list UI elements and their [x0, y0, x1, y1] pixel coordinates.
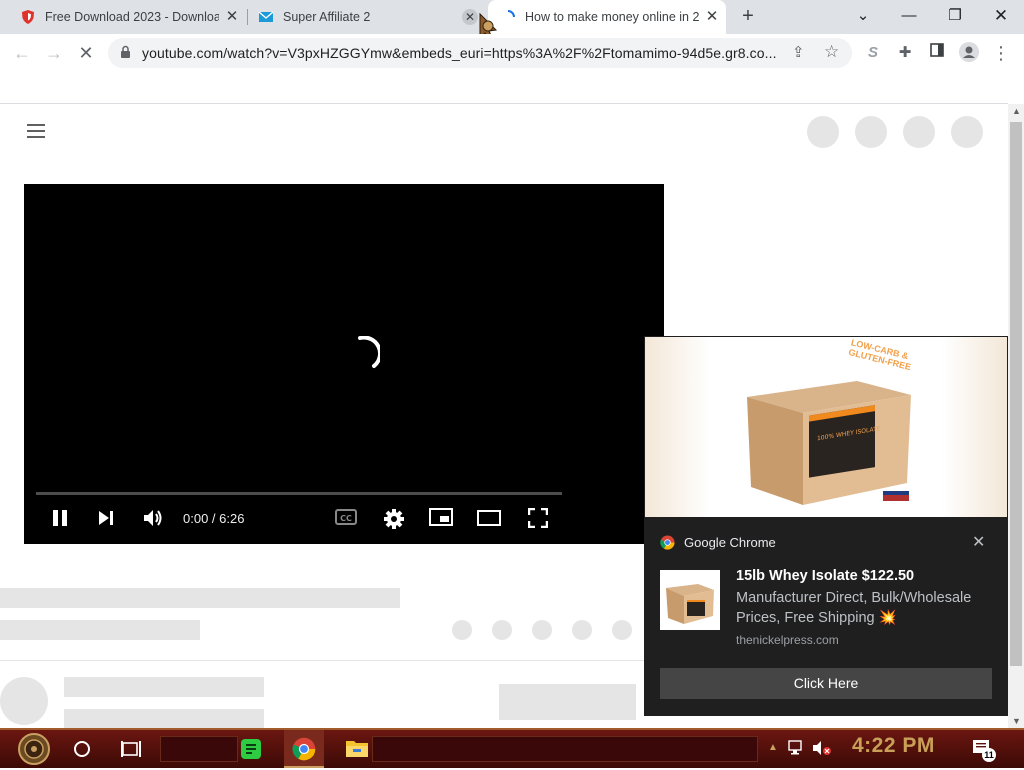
channel-name-placeholder [64, 677, 264, 697]
stop-loading-button[interactable]: ✕ [74, 41, 98, 65]
notification-close-icon[interactable]: ✕ [972, 532, 985, 552]
next-button[interactable] [94, 508, 118, 532]
extensions-puzzle-icon[interactable]: ✚ [894, 42, 916, 64]
divider [0, 660, 644, 661]
flag-icon [883, 491, 909, 501]
page-scrollbar[interactable]: ▲ ▼ [1008, 104, 1024, 728]
lock-icon [120, 45, 131, 64]
header-placeholder-circle [807, 116, 839, 148]
action-placeholder [532, 620, 552, 640]
product-box-image: 100% WHEY ISOLATE [747, 381, 911, 505]
title-placeholder [0, 588, 400, 608]
chrome-taskbar-button[interactable] [284, 730, 324, 768]
loading-spinner-icon [356, 335, 382, 375]
chrome-notification[interactable]: 100% WHEY ISOLATE LOW-CARB & GLUTEN-FREE… [644, 336, 1008, 716]
notification-source: thenickelpress.com [736, 633, 839, 647]
menu-hamburger-icon[interactable] [27, 124, 45, 142]
back-button[interactable]: ← [10, 41, 34, 65]
svg-text:CC: CC [340, 514, 352, 523]
shield-icon [20, 9, 36, 25]
chrome-logo-icon [660, 535, 675, 555]
file-explorer-icon[interactable] [345, 738, 369, 766]
captions-button[interactable]: CC [334, 508, 358, 532]
tab-how-to-make-money[interactable]: How to make money online in 2023 ✕ [488, 0, 726, 34]
maximize-button[interactable]: ❐ [932, 0, 978, 34]
bookmark-star-icon[interactable]: ☆ [824, 42, 839, 62]
notes-app-icon[interactable] [240, 738, 262, 766]
header-placeholder-circle [855, 116, 887, 148]
close-tab-icon[interactable]: ✕ [224, 9, 240, 25]
taskbar-panel [372, 736, 758, 762]
tab-strip: Free Download 2023 - Download ✕ Super Af… [0, 0, 1024, 34]
settings-gear-icon[interactable] [382, 508, 406, 532]
scroll-up-arrow-icon[interactable]: ▲ [1012, 106, 1021, 116]
share-icon[interactable]: ⇪ [792, 43, 805, 61]
menu-kebab-icon[interactable]: ⋮ [990, 42, 1012, 64]
tab-search-button[interactable]: ⌄ [840, 0, 886, 34]
channel-placeholder [0, 620, 200, 640]
action-placeholder [492, 620, 512, 640]
scrollbar-thumb[interactable] [1010, 122, 1022, 666]
subscribe-placeholder [499, 684, 636, 720]
mail-icon [258, 9, 274, 25]
task-view-icon[interactable] [120, 739, 142, 767]
new-tab-button[interactable]: + [736, 5, 760, 29]
browser-toolbar: ← → ✕ youtube.com/watch?v=V3pxHZGGYmw&em… [0, 34, 1024, 72]
side-panel-icon[interactable] [926, 42, 948, 64]
network-icon[interactable] [788, 740, 806, 768]
avatar-placeholder [0, 677, 48, 725]
action-center-icon[interactable]: 11 [972, 738, 996, 766]
minimize-button[interactable]: — [886, 0, 932, 34]
close-window-button[interactable]: ✕ [978, 0, 1024, 34]
header-placeholder-circle [951, 116, 983, 148]
search-circle-icon[interactable] [72, 739, 92, 767]
extension-s-icon[interactable]: S [862, 42, 884, 64]
taskbar-clock[interactable]: 4:22 PM [852, 734, 935, 758]
action-placeholder [612, 620, 632, 640]
subscriber-placeholder [64, 709, 264, 728]
tab-free-download[interactable]: Free Download 2023 - Download ✕ [8, 0, 246, 34]
time-display: 0:00 / 6:26 [183, 511, 245, 526]
notification-title: 15lb Whey Isolate $122.50 [736, 568, 915, 584]
fullscreen-button[interactable] [526, 507, 550, 532]
progress-bar[interactable] [36, 492, 562, 495]
taskbar-panel [160, 736, 238, 762]
address-bar[interactable]: youtube.com/watch?v=V3pxHZGGYmw&embeds_e… [108, 38, 852, 68]
notification-count-badge: 11 [982, 748, 996, 762]
start-button[interactable] [12, 733, 56, 765]
toolbar-divider [0, 103, 1008, 104]
header-placeholder-circle [903, 116, 935, 148]
notification-thumbnail [660, 570, 720, 630]
miniplayer-button[interactable] [429, 508, 453, 532]
forward-button[interactable]: → [42, 41, 66, 65]
profile-avatar-icon[interactable] [958, 42, 980, 64]
click-here-button[interactable]: Click Here [660, 668, 992, 699]
volume-muted-icon[interactable] [812, 740, 832, 768]
scroll-down-arrow-icon[interactable]: ▼ [1012, 716, 1021, 726]
tab-super-affiliate[interactable]: Super Affiliate 2 ✕ [248, 0, 486, 34]
action-placeholder [452, 620, 472, 640]
video-player[interactable]: 0:00 / 6:26 CC [24, 184, 664, 544]
volume-button[interactable] [141, 508, 165, 532]
close-tab-icon[interactable]: ✕ [704, 9, 720, 25]
action-placeholder [572, 620, 592, 640]
notification-message: Manufacturer Direct, Bulk/Wholesale Pric… [736, 590, 972, 626]
url-text: youtube.com/watch?v=V3pxHZGGYmw&embeds_e… [142, 45, 777, 61]
pause-button[interactable] [48, 508, 72, 532]
show-hidden-icons[interactable]: ▲ [768, 742, 778, 753]
notification-app-name: Google Chrome [684, 535, 776, 550]
notification-hero-image: 100% WHEY ISOLATE LOW-CARB & GLUTEN-FREE [645, 337, 1007, 517]
theater-mode-button[interactable] [477, 508, 501, 532]
